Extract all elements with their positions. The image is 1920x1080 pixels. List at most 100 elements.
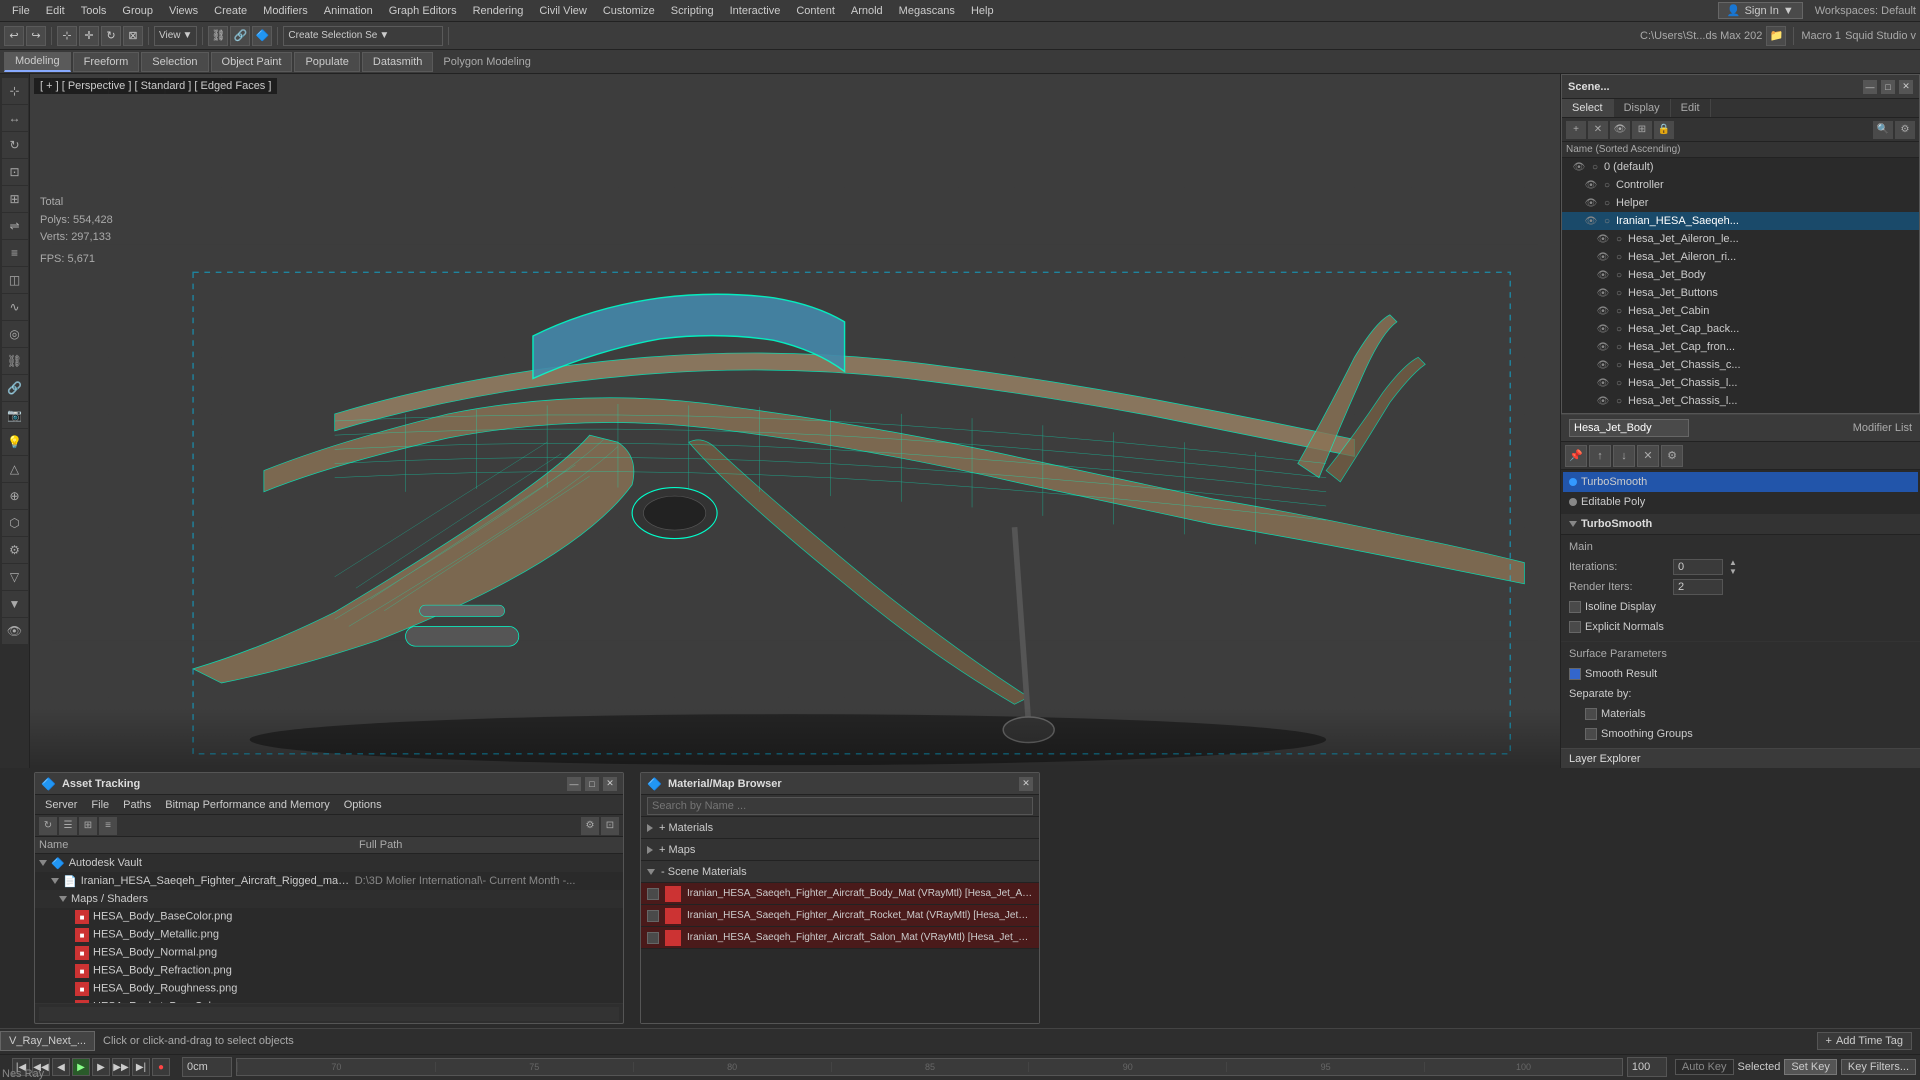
- browse-folder[interactable]: 📁: [1766, 26, 1786, 46]
- freeze-icon[interactable]: ○: [1612, 288, 1626, 299]
- texture-item-1[interactable]: ■HESA_Body_Metallic.png: [35, 926, 623, 944]
- mod-tb-move-down[interactable]: ↓: [1613, 445, 1635, 467]
- freeze-icon[interactable]: ○: [1612, 378, 1626, 389]
- toolbar-rotate[interactable]: ↻: [101, 26, 121, 46]
- timeline-bar[interactable]: 70 75 80 85 90 95 100: [236, 1058, 1623, 1076]
- iter-down[interactable]: ▼: [1729, 567, 1737, 576]
- scene-item-9[interactable]: 👁○Hesa_Jet_Cap_back...: [1562, 320, 1919, 338]
- sign-in-button[interactable]: 👤 Sign In ▼: [1718, 2, 1803, 19]
- object-name-field[interactable]: [1569, 419, 1689, 437]
- menu-modifiers[interactable]: Modifiers: [255, 3, 316, 19]
- toolbar-redo[interactable]: ↪: [26, 26, 46, 46]
- key-filters-btn[interactable]: Key Filters...: [1841, 1059, 1916, 1075]
- tab-modeling[interactable]: Modeling: [4, 52, 71, 72]
- tool-unlink[interactable]: 🔗: [2, 375, 28, 401]
- explicit-normals-checkbox[interactable]: [1569, 621, 1581, 633]
- scene-materials-section[interactable]: - Scene Materials: [641, 861, 1039, 883]
- toolbar-unlink[interactable]: 🔗: [230, 26, 250, 46]
- mat-checkbox[interactable]: [647, 932, 659, 944]
- asset-tb-icons[interactable]: ⊞: [79, 817, 97, 835]
- tool-scale[interactable]: ⊡: [2, 159, 28, 185]
- tool-align[interactable]: ≡: [2, 240, 28, 266]
- visibility-icon[interactable]: 👁: [1596, 306, 1610, 317]
- asset-tb-details[interactable]: ≡: [99, 817, 117, 835]
- tab-datasmith[interactable]: Datasmith: [362, 52, 434, 72]
- scene-item-11[interactable]: 👁○Hesa_Jet_Chassis_c...: [1562, 356, 1919, 374]
- scene-item-3[interactable]: 👁○Iranian_HESA_Saeqeh...: [1562, 212, 1919, 230]
- menu-file[interactable]: File: [4, 3, 38, 19]
- scene-tb-new[interactable]: +: [1566, 121, 1586, 139]
- tool-mirror[interactable]: ⇌: [2, 213, 28, 239]
- autodesk-vault-group[interactable]: 🔷 Autodesk Vault: [35, 854, 623, 872]
- mod-tb-configure[interactable]: ⚙: [1661, 445, 1683, 467]
- texture-item-0[interactable]: ■HESA_Body_BaseColor.png: [35, 908, 623, 926]
- view-dropdown[interactable]: View ▼: [154, 26, 197, 46]
- tool-light[interactable]: 💡: [2, 429, 28, 455]
- tool-geom[interactable]: ⬡: [2, 510, 28, 536]
- menu-create[interactable]: Create: [206, 3, 255, 19]
- scene-tb-delete[interactable]: ✕: [1588, 121, 1608, 139]
- scene-item-13[interactable]: 👁○Hesa_Jet_Chassis_l...: [1562, 392, 1919, 410]
- asset-tb-config[interactable]: ⊡: [601, 817, 619, 835]
- material-list[interactable]: + Materials + Maps - Scene Materials Ira…: [641, 817, 1039, 1023]
- transport-record[interactable]: ●: [152, 1058, 170, 1076]
- menu-tools[interactable]: Tools: [73, 3, 115, 19]
- scene-item-0[interactable]: 👁○0 (default): [1562, 158, 1919, 176]
- scene-maximize[interactable]: □: [1881, 80, 1895, 94]
- menu-graph-editors[interactable]: Graph Editors: [381, 3, 465, 19]
- transport-last[interactable]: ▶|: [132, 1058, 150, 1076]
- asset-minimize-btn[interactable]: —: [567, 777, 581, 791]
- scene-item-8[interactable]: 👁○Hesa_Jet_Cabin: [1562, 302, 1919, 320]
- asset-tb-refresh[interactable]: ↻: [39, 817, 57, 835]
- iterations-input[interactable]: [1673, 559, 1723, 575]
- scene-list[interactable]: 👁○0 (default)👁○Controller👁○Helper👁○Irani…: [1562, 158, 1919, 413]
- mat-checkbox[interactable]: [647, 910, 659, 922]
- iterations-arrows[interactable]: ▲ ▼: [1729, 558, 1737, 576]
- toolbar-scale[interactable]: ⊠: [123, 26, 143, 46]
- visibility-icon[interactable]: 👁: [1584, 198, 1598, 209]
- mod-tb-move-up[interactable]: ↑: [1589, 445, 1611, 467]
- texture-item-4[interactable]: ■HESA_Body_Roughness.png: [35, 980, 623, 998]
- menu-rendering[interactable]: Rendering: [465, 3, 532, 19]
- visibility-icon[interactable]: 👁: [1596, 252, 1610, 263]
- asset-menu-bitmap[interactable]: Bitmap Performance and Memory: [159, 798, 335, 812]
- modifier-turbosmooth[interactable]: TurboSmooth: [1563, 472, 1918, 492]
- material-item-1[interactable]: Iranian_HESA_Saeqeh_Fighter_Aircraft_Roc…: [641, 905, 1039, 927]
- tool-system[interactable]: ⚙: [2, 537, 28, 563]
- scene-tb-filter[interactable]: ⊞: [1632, 121, 1652, 139]
- transport-next-key[interactable]: ▶▶: [112, 1058, 130, 1076]
- scene-item-12[interactable]: 👁○Hesa_Jet_Chassis_l...: [1562, 374, 1919, 392]
- texture-item-2[interactable]: ■HESA_Body_Normal.png: [35, 944, 623, 962]
- freeze-icon[interactable]: ○: [1612, 306, 1626, 317]
- mod-tb-delete[interactable]: ✕: [1637, 445, 1659, 467]
- tool-select-obj[interactable]: ⊹: [2, 78, 28, 104]
- asset-tb-settings[interactable]: ⚙: [581, 817, 599, 835]
- scene-search-btn[interactable]: 🔍: [1873, 121, 1893, 139]
- tool-move[interactable]: ↔: [2, 105, 28, 131]
- tool-rotate[interactable]: ↻: [2, 132, 28, 158]
- scene-item-10[interactable]: 👁○Hesa_Jet_Cap_fron...: [1562, 338, 1919, 356]
- menu-views[interactable]: Views: [161, 3, 206, 19]
- tool-filter2[interactable]: ▼: [2, 591, 28, 617]
- auto-key-btn[interactable]: Auto Key: [1675, 1059, 1734, 1075]
- isoline-checkbox[interactable]: [1569, 601, 1581, 613]
- toolbar-select[interactable]: ⊹: [57, 26, 77, 46]
- scene-tab-edit[interactable]: Edit: [1671, 99, 1711, 117]
- freeze-icon[interactable]: ○: [1588, 162, 1602, 173]
- main-viewport[interactable]: [ + ] [ Perspective ] [ Standard ] [ Edg…: [30, 74, 1560, 768]
- menu-scripting[interactable]: Scripting: [663, 3, 722, 19]
- material-item-2[interactable]: Iranian_HESA_Saeqeh_Fighter_Aircraft_Sal…: [641, 927, 1039, 949]
- visibility-icon[interactable]: 👁: [1596, 234, 1610, 245]
- scene-tab-display[interactable]: Display: [1614, 99, 1671, 117]
- freeze-icon[interactable]: ○: [1612, 324, 1626, 335]
- smooth-result-checkbox[interactable]: [1569, 668, 1581, 680]
- set-key-btn[interactable]: Set Key: [1784, 1059, 1837, 1075]
- toolbar-link[interactable]: ⛓: [208, 26, 228, 46]
- asset-close-btn[interactable]: ✕: [603, 777, 617, 791]
- tool-link[interactable]: ⛓: [2, 348, 28, 374]
- scene-minimize[interactable]: —: [1863, 80, 1877, 94]
- visibility-icon[interactable]: 👁: [1584, 216, 1598, 227]
- toolbar-hierarchy[interactable]: 🔷: [252, 26, 272, 46]
- transport-prev[interactable]: ◀: [52, 1058, 70, 1076]
- toolbar-undo[interactable]: ↩: [4, 26, 24, 46]
